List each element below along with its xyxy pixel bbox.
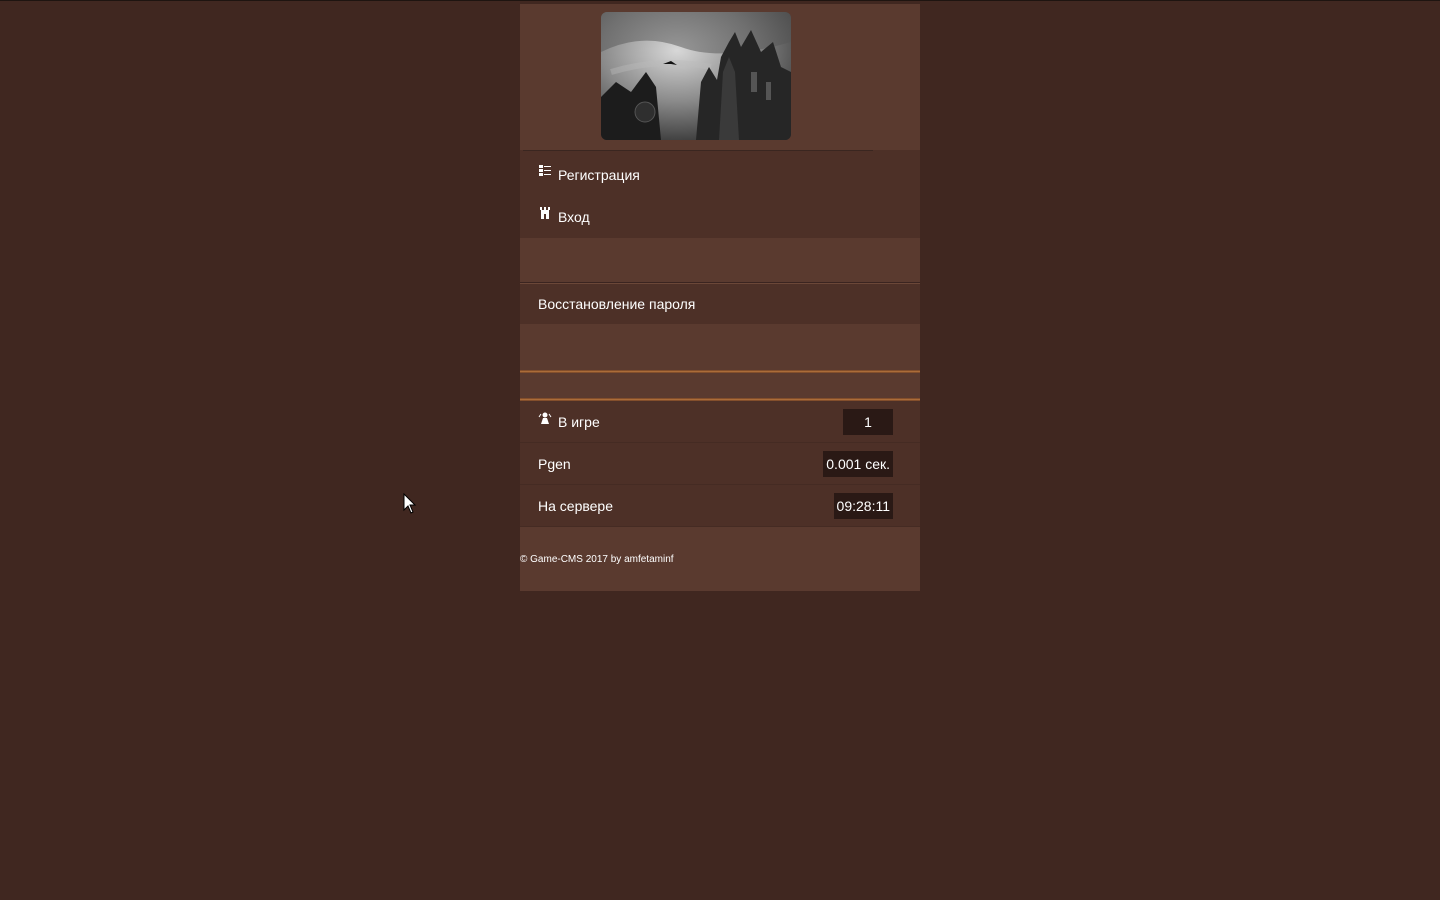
stat-in-game: В игре 1 [520,401,920,443]
top-border [0,0,1440,1]
players-icon [538,410,552,425]
login-label: Вход [558,209,590,225]
gothic-castle-banner [601,12,791,140]
stat-pgen: Pgen 0.001 сек. [520,443,920,485]
stat-pgen-label: Pgen [538,455,571,472]
register-icon [538,164,552,178]
register-label: Регистрация [558,167,640,183]
tower-icon [540,207,550,219]
stats-panel: В игре 1 Pgen 0.001 сек. На сервере 09:2… [520,401,920,527]
spacer-band-2 [520,324,920,370]
banner-image [601,12,791,140]
stat-in-game-label-wrap: В игре [538,410,600,430]
stat-server-value: 09:28:11 [833,492,893,519]
copyright-text: © Game-CMS 2017 by amfetaminf [520,553,674,565]
password-recovery-label: Восстановление пароля [538,296,696,312]
mouse-cursor-icon [403,493,417,514]
site-footer: © Game-CMS 2017 by amfetaminf [520,527,920,591]
user-menu: Регистрация Вход [520,150,920,238]
site-header [520,4,920,151]
header-divider [523,150,873,151]
spacer-band-3 [520,373,920,398]
password-recovery-link[interactable]: Восстановление пароля [520,284,920,324]
login-link[interactable]: Вход [520,196,920,238]
stat-server-label: На сервере [538,497,613,514]
stat-in-game-value: 1 [843,408,893,435]
main-column: Регистрация Вход Восстановление пароля В… [520,4,920,591]
stat-in-game-label: В игре [558,413,600,430]
spacer-band [520,238,920,283]
stat-server-time: На сервере 09:28:11 [520,485,920,527]
stat-pgen-value: 0.001 сек. [823,450,893,477]
register-link[interactable]: Регистрация [520,154,920,196]
